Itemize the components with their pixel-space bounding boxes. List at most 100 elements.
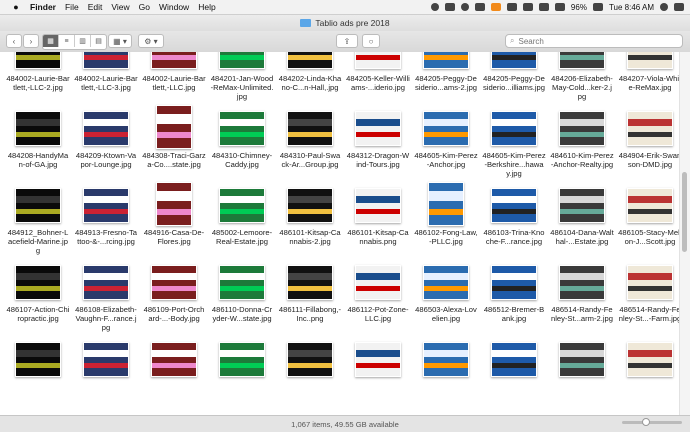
- search-input[interactable]: [514, 36, 669, 46]
- file-name[interactable]: 486514-Randy-Fenley-St...arm-2.jpg: [550, 305, 614, 323]
- file-thumbnail[interactable]: [627, 265, 673, 300]
- file-thumbnail[interactable]: [219, 342, 265, 377]
- wifi-icon[interactable]: [538, 3, 549, 11]
- file-thumbnail[interactable]: [559, 188, 605, 223]
- file-thumbnail[interactable]: [627, 111, 673, 146]
- forward-button[interactable]: ›: [23, 34, 39, 48]
- file-name[interactable]: 486111-Fillabong,-Inc..png: [278, 305, 342, 323]
- menu-view[interactable]: View: [111, 2, 129, 12]
- file-item[interactable]: [344, 334, 412, 411]
- apple-menu-icon[interactable]: ●: [10, 2, 22, 12]
- file-item[interactable]: 486101-Kitsap-Cannabis.png: [344, 180, 412, 257]
- file-thumbnail[interactable]: [287, 111, 333, 146]
- file-thumbnail[interactable]: [287, 188, 333, 223]
- file-name[interactable]: 484904-Erik-Swanson-DMD.jpg: [618, 151, 680, 169]
- file-name[interactable]: 486107-Action-Chiropractic.jpg: [6, 305, 70, 323]
- file-thumbnail[interactable]: [491, 52, 537, 69]
- file-name[interactable]: 486104-Dana-Walthal-...Estate.jpg: [550, 228, 614, 246]
- file-thumbnail[interactable]: [287, 52, 333, 69]
- file-thumbnail[interactable]: [83, 188, 129, 223]
- file-name[interactable]: 484205-Peggy-Desiderio...illiams.jpg: [482, 74, 546, 92]
- file-thumbnail[interactable]: [559, 265, 605, 300]
- file-name[interactable]: 484205-Keller-Williams-...iderio.jpg: [346, 74, 410, 92]
- file-name[interactable]: 486109-Port-Orchard-...-Body.jpg: [142, 305, 206, 323]
- file-thumbnail[interactable]: [423, 265, 469, 300]
- scrollbar-thumb[interactable]: [682, 172, 687, 252]
- file-item[interactable]: 486107-Action-Chiropractic.jpg: [4, 257, 72, 334]
- file-item[interactable]: 484205-Keller-Williams-...iderio.jpg: [344, 52, 412, 103]
- file-item[interactable]: 484206-Elizabeth-May-Cold...ker-2.jpg: [548, 52, 616, 103]
- file-thumbnail[interactable]: [83, 265, 129, 300]
- file-item[interactable]: 486514-Randy-Fenley-St...-Farm.jpg: [616, 257, 680, 334]
- gallery-view-button[interactable]: ▤: [91, 35, 106, 47]
- file-name[interactable]: 486101-Kitsap-Cannabis-2.jpg: [278, 228, 342, 246]
- file-thumbnail[interactable]: [15, 342, 61, 377]
- icon-view-button[interactable]: ▦: [43, 35, 59, 47]
- menu-go[interactable]: Go: [139, 2, 150, 12]
- tags-button[interactable]: ○: [362, 34, 380, 48]
- file-thumbnail[interactable]: [83, 52, 129, 69]
- status-icon[interactable]: [430, 3, 439, 11]
- file-name[interactable]: 484002-Laurie-Bartlett,-LLC.jpg: [142, 74, 206, 92]
- file-name[interactable]: 486108-Elizabeth-Vaughn-F...rance.jpg: [74, 305, 138, 332]
- file-item[interactable]: 484310-Chimney-Caddy.jpg: [208, 103, 276, 180]
- file-item[interactable]: 486512-Bremer-Bank.jpg: [480, 257, 548, 334]
- file-item[interactable]: [276, 334, 344, 411]
- file-item[interactable]: 484312-Dragon-Wind-Tours.jpg: [344, 103, 412, 180]
- file-thumbnail[interactable]: [428, 182, 464, 226]
- menu-app-finder[interactable]: Finder: [30, 2, 56, 12]
- file-item[interactable]: [616, 334, 680, 411]
- vertical-scrollbar[interactable]: [679, 52, 690, 415]
- file-item[interactable]: 486103-Trina-Knoche-F...rance.jpg: [480, 180, 548, 257]
- icon-size-slider[interactable]: [622, 418, 682, 426]
- file-thumbnail[interactable]: [219, 52, 265, 69]
- file-item[interactable]: 486102-Fong-Law,-PLLC.jpg: [412, 180, 480, 257]
- action-button[interactable]: ⚙ ▾: [138, 34, 164, 48]
- file-thumbnail[interactable]: [355, 265, 401, 300]
- file-name[interactable]: 484209-Ktown-Vapor-Lounge.jpg: [74, 151, 138, 169]
- file-name[interactable]: 486103-Trina-Knoche-F...rance.jpg: [482, 228, 546, 246]
- menu-edit[interactable]: Edit: [88, 2, 103, 12]
- file-item[interactable]: 484205-Peggy-Desiderio...illiams.jpg: [480, 52, 548, 103]
- file-item[interactable]: 486105-Stacy-Melton-J...Scott.jpg: [616, 180, 680, 257]
- file-thumbnail[interactable]: [491, 342, 537, 377]
- file-thumbnail[interactable]: [559, 342, 605, 377]
- file-name[interactable]: 486512-Bremer-Bank.jpg: [482, 305, 546, 323]
- file-name[interactable]: 485002-Lemoore-Real-Estate.jpg: [210, 228, 274, 246]
- file-thumbnail[interactable]: [151, 342, 197, 377]
- file-name[interactable]: 486101-Kitsap-Cannabis.png: [346, 228, 410, 246]
- file-name[interactable]: 486105-Stacy-Melton-J...Scott.jpg: [618, 228, 680, 246]
- file-item[interactable]: 484310-Paul-Swack-Ar...Group.jpg: [276, 103, 344, 180]
- file-item[interactable]: 484207-Viola-White-ReMax.jpg: [616, 52, 680, 103]
- file-item[interactable]: 484913-Fresno-Tattoo-&-...rcing.jpg: [72, 180, 140, 257]
- file-name[interactable]: 486503-Alexa-Lovelien.jpg: [414, 305, 478, 323]
- file-thumbnail[interactable]: [287, 265, 333, 300]
- file-name[interactable]: 484202-Linda-Khano-C...n-Hall,.jpg: [278, 74, 342, 92]
- file-thumbnail[interactable]: [151, 52, 197, 69]
- file-item[interactable]: 484208-HandyMan-of-GA.jpg: [4, 103, 72, 180]
- file-item[interactable]: 485002-Lemoore-Real-Estate.jpg: [208, 180, 276, 257]
- file-item[interactable]: 484209-Ktown-Vapor-Lounge.jpg: [72, 103, 140, 180]
- file-item[interactable]: [548, 334, 616, 411]
- icon-size-slider-knob[interactable]: [642, 418, 650, 426]
- file-name[interactable]: 484610-Kim-Perez-Anchor-Realty.jpg: [550, 151, 614, 169]
- file-thumbnail[interactable]: [15, 188, 61, 223]
- file-name[interactable]: 484913-Fresno-Tattoo-&-...rcing.jpg: [74, 228, 138, 246]
- file-name[interactable]: 484308-Traci-Garza-Co....state.jpg: [142, 151, 206, 169]
- file-name[interactable]: 484208-HandyMan-of-GA.jpg: [6, 151, 70, 169]
- file-item[interactable]: 486111-Fillabong,-Inc..png: [276, 257, 344, 334]
- file-item[interactable]: 484002-Laurie-Bartlett,-LLC.jpg: [140, 52, 208, 103]
- file-thumbnail[interactable]: [627, 188, 673, 223]
- file-item[interactable]: 486104-Dana-Walthal-...Estate.jpg: [548, 180, 616, 257]
- back-button[interactable]: ‹: [6, 34, 22, 48]
- file-name[interactable]: 484201-Jan-Wood-ReMax-Unlimited.jpg: [210, 74, 274, 101]
- file-name[interactable]: 484205-Peggy-Desiderio...ams-2.jpg: [414, 74, 478, 92]
- file-item[interactable]: 486112-Pot-Zone-LLC.jpg: [344, 257, 412, 334]
- cloud-icon[interactable]: [474, 3, 485, 11]
- file-thumbnail[interactable]: [83, 342, 129, 377]
- file-item[interactable]: 484002-Laurie-Bartlett,-LLC-3.jpg: [72, 52, 140, 103]
- file-thumbnail[interactable]: [355, 111, 401, 146]
- file-item[interactable]: 484202-Linda-Khano-C...n-Hall,.jpg: [276, 52, 344, 103]
- file-thumbnail[interactable]: [559, 52, 605, 69]
- file-item[interactable]: [412, 334, 480, 411]
